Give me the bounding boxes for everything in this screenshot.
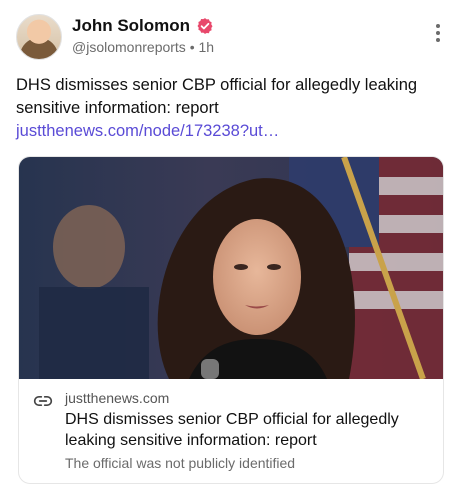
handle-row: @jsolomonreports • 1h	[72, 39, 214, 55]
verified-badge-icon	[197, 18, 213, 34]
post-time: 1h	[198, 39, 215, 55]
post-link[interactable]: justthenews.com/node/173238?ut…	[16, 122, 279, 140]
more-vertical-icon[interactable]	[432, 24, 444, 46]
author-name[interactable]: John Solomon	[72, 16, 190, 36]
post-body: DHS dismisses senior CBP official for al…	[16, 74, 444, 143]
meta-separator: •	[189, 39, 195, 55]
author-handle[interactable]: @jsolomonreports	[72, 39, 186, 55]
post-header: John Solomon @jsolomonreports • 1h	[16, 14, 444, 60]
card-domain: justthenews.com	[65, 390, 170, 406]
author-name-row: John Solomon	[72, 16, 214, 36]
avatar[interactable]	[16, 14, 62, 60]
card-image[interactable]	[19, 157, 443, 379]
card-title[interactable]: DHS dismisses senior CBP official for al…	[65, 409, 429, 451]
post-text: DHS dismisses senior CBP official for al…	[16, 76, 418, 117]
link-icon	[33, 396, 53, 406]
link-preview-card[interactable]: justthenews.com DHS dismisses senior CBP…	[18, 156, 444, 484]
card-meta[interactable]: justthenews.com DHS dismisses senior CBP…	[19, 379, 443, 483]
card-description: The official was not publicly identified	[65, 455, 296, 471]
